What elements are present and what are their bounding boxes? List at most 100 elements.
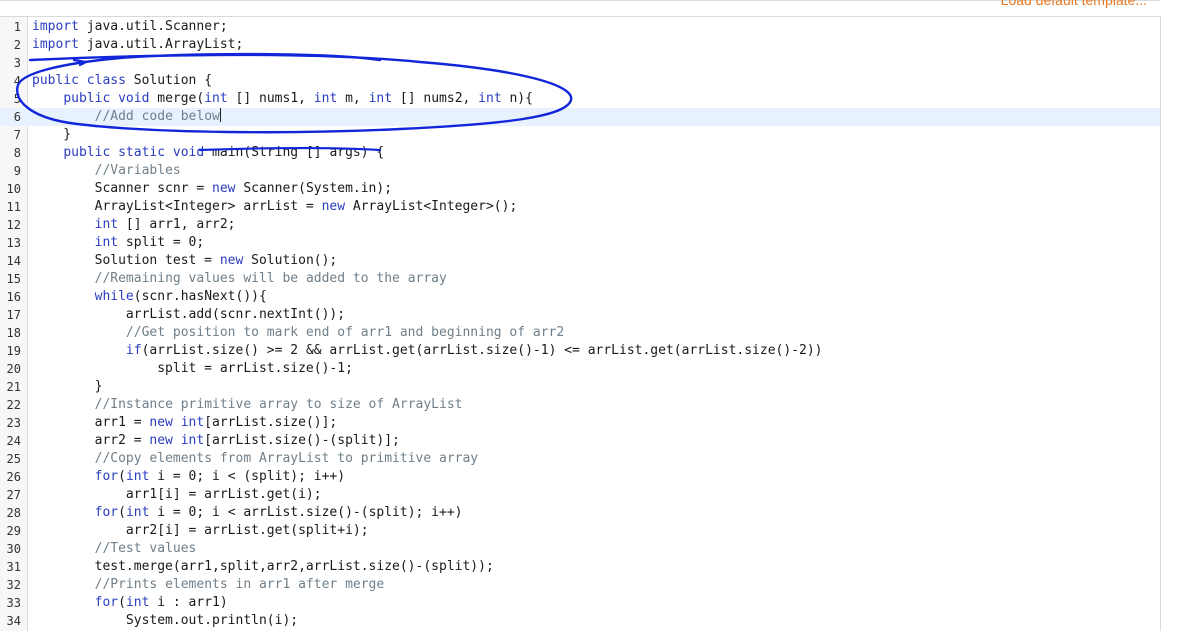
line-number: 30 (6, 542, 21, 556)
code-line[interactable]: 3 (0, 54, 1160, 72)
line-number: 1 (13, 20, 21, 34)
code-line[interactable]: 24 arr2 = new int[arrList.size()-(split)… (0, 432, 1160, 450)
code-line[interactable]: 12 int [] arr1, arr2; (0, 216, 1160, 234)
code-text[interactable]: import java.util.Scanner; (32, 18, 228, 36)
line-number: 33 (6, 596, 21, 610)
code-line[interactable]: 33 for(int i : arr1) (0, 594, 1160, 612)
code-text[interactable]: for(int i = 0; i < (split); i++) (32, 468, 345, 486)
code-line[interactable]: 2 import java.util.ArrayList; (0, 36, 1160, 54)
line-number: 10 (6, 182, 21, 196)
code-line[interactable]: 29 arr2[i] = arrList.get(split+i); (0, 522, 1160, 540)
code-line[interactable]: 19 if(arrList.size() >= 2 && arrList.get… (0, 342, 1160, 360)
code-text[interactable]: arrList.add(scnr.nextInt()); (32, 306, 345, 324)
line-number: 4 (13, 74, 21, 88)
code-line[interactable]: 31 test.merge(arr1,split,arr2,arrList.si… (0, 558, 1160, 576)
line-number: 29 (6, 524, 21, 538)
code-line[interactable]: 6 //Add code below (0, 108, 1160, 126)
line-number: 11 (6, 200, 21, 214)
line-number: 7 (13, 128, 21, 142)
code-editor[interactable]: 1 import java.util.Scanner; 2 import java.u… (0, 16, 1161, 631)
line-number: 19 (6, 344, 21, 358)
code-line[interactable]: 23 arr1 = new int[arrList.size()]; (0, 414, 1160, 432)
code-text[interactable]: for(int i : arr1) (32, 594, 228, 612)
line-number: 12 (6, 218, 21, 232)
code-text[interactable]: //Copy elements from ArrayList to primit… (32, 450, 479, 468)
code-text[interactable]: import java.util.ArrayList; (32, 36, 243, 54)
code-line[interactable]: 22 //Instance primitive array to size of… (0, 396, 1160, 414)
code-text[interactable]: //Instance primitive array to size of Ar… (32, 396, 463, 414)
code-line[interactable]: 26 for(int i = 0; i < (split); i++) (0, 468, 1160, 486)
code-line[interactable]: 14 Solution test = new Solution(); (0, 252, 1160, 270)
code-text[interactable]: ArrayList<Integer> arrList = new ArrayLi… (32, 198, 518, 216)
code-text[interactable]: int [] arr1, arr2; (32, 216, 236, 234)
text-cursor (219, 108, 221, 122)
code-text[interactable]: //Add code below (32, 108, 221, 126)
code-text[interactable]: arr1 = new int[arrList.size()]; (32, 414, 338, 432)
code-text[interactable]: arr1[i] = arrList.get(i); (32, 486, 322, 504)
line-number: 13 (6, 236, 21, 250)
code-text[interactable]: //Remaining values will be added to the … (32, 270, 447, 288)
code-text[interactable]: //Get position to mark end of arr1 and b… (32, 324, 564, 342)
code-text[interactable]: while(scnr.hasNext()){ (32, 288, 267, 306)
code-text[interactable]: Solution test = new Solution(); (32, 252, 338, 270)
line-number: 23 (6, 416, 21, 430)
line-number: 22 (6, 398, 21, 412)
code-line[interactable]: 28 for(int i = 0; i < arrList.size()-(sp… (0, 504, 1160, 522)
load-default-template-link[interactable]: Load default template... (1001, 0, 1147, 8)
code-line[interactable]: 9 //Variables (0, 162, 1160, 180)
code-line[interactable]: 7 } (0, 126, 1160, 144)
code-text[interactable]: //Variables (32, 162, 181, 180)
code-line[interactable]: 8 public static void main(String [] args… (0, 144, 1160, 162)
code-line[interactable]: 1 import java.util.Scanner; (0, 18, 1160, 36)
code-text[interactable]: //Test values (32, 540, 197, 558)
code-line[interactable]: 25 //Copy elements from ArrayList to pri… (0, 450, 1160, 468)
line-number: 32 (6, 578, 21, 592)
code-text[interactable]: split = arrList.size()-1; (32, 360, 353, 378)
code-line[interactable]: 15 //Remaining values will be added to t… (0, 270, 1160, 288)
code-text[interactable]: test.merge(arr1,split,arr2,arrList.size(… (32, 558, 494, 576)
code-line[interactable]: 17 arrList.add(scnr.nextInt()); (0, 306, 1160, 324)
line-number: 16 (6, 290, 21, 304)
line-number: 6 (13, 110, 21, 124)
line-number: 27 (6, 488, 21, 502)
code-line[interactable]: 32 //Prints elements in arr1 after merge (0, 576, 1160, 594)
code-text[interactable]: //Prints elements in arr1 after merge (32, 576, 385, 594)
line-number: 3 (13, 56, 21, 70)
code-text[interactable]: for(int i = 0; i < arrList.size()-(split… (32, 504, 463, 522)
line-number: 15 (6, 272, 21, 286)
code-line[interactable]: 4 public class Solution { (0, 72, 1160, 90)
code-line[interactable]: 34 System.out.println(i); (0, 612, 1160, 630)
code-text[interactable]: Scanner scnr = new Scanner(System.in); (32, 180, 392, 198)
code-text[interactable]: int split = 0; (32, 234, 205, 252)
code-line[interactable]: 27 arr1[i] = arrList.get(i); (0, 486, 1160, 504)
code-text[interactable]: if(arrList.size() >= 2 && arrList.get(ar… (32, 342, 823, 360)
line-number: 24 (6, 434, 21, 448)
code-line[interactable]: 13 int split = 0; (0, 234, 1160, 252)
code-text[interactable]: public static void main(String [] args) … (32, 144, 384, 162)
code-line[interactable]: 30 //Test values (0, 540, 1160, 558)
code-line[interactable]: 5 public void merge(int [] nums1, int m,… (0, 90, 1160, 108)
code-text[interactable]: arr2 = new int[arrList.size()-(split)]; (32, 432, 400, 450)
code-text[interactable]: public class Solution { (32, 72, 212, 90)
line-number: 21 (6, 380, 21, 394)
code-line[interactable]: 16 while(scnr.hasNext()){ (0, 288, 1160, 306)
line-number: 26 (6, 470, 21, 484)
code-text[interactable]: public void merge(int [] nums1, int m, i… (32, 90, 533, 108)
code-text[interactable]: } (32, 126, 71, 144)
line-number: 5 (13, 92, 21, 106)
line-number: 2 (13, 38, 21, 52)
line-number: 25 (6, 452, 21, 466)
code-line[interactable]: 21 } (0, 378, 1160, 396)
code-line[interactable]: 20 split = arrList.size()-1; (0, 360, 1160, 378)
line-number: 14 (6, 254, 21, 268)
line-number: 8 (13, 146, 21, 160)
top-border (0, 0, 1160, 1)
line-number: 9 (13, 164, 21, 178)
code-line[interactable]: 18 //Get position to mark end of arr1 an… (0, 324, 1160, 342)
code-text[interactable]: arr2[i] = arrList.get(split+i); (32, 522, 369, 540)
code-text[interactable]: } (32, 378, 103, 396)
code-line[interactable]: 11 ArrayList<Integer> arrList = new Arra… (0, 198, 1160, 216)
code-line[interactable]: 10 Scanner scnr = new Scanner(System.in)… (0, 180, 1160, 198)
line-number: 20 (6, 362, 21, 376)
code-text[interactable]: System.out.println(i); (32, 612, 298, 630)
